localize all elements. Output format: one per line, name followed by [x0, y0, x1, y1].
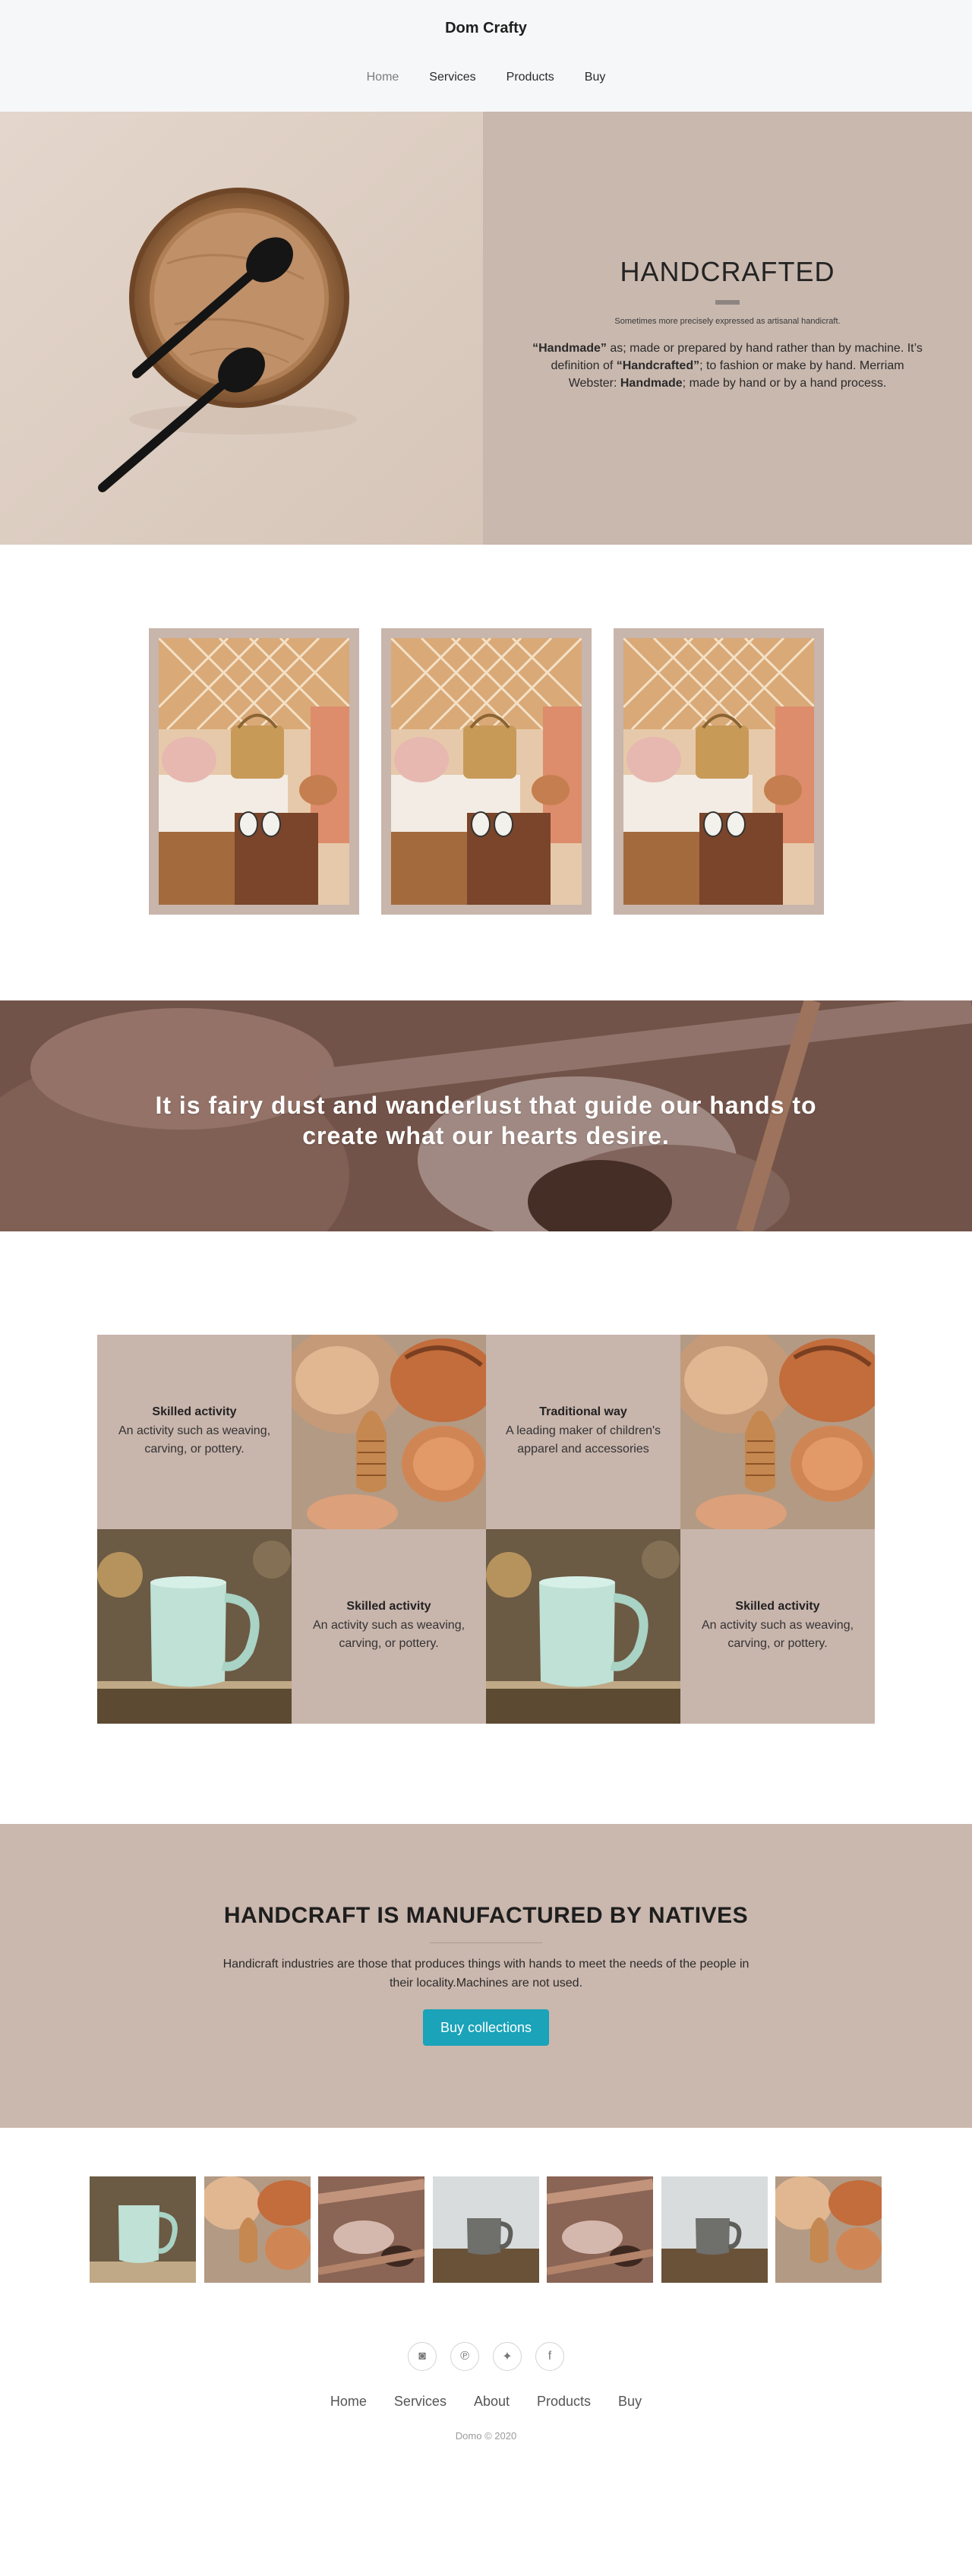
quote-banner: It is fairy dust and wanderlust that gui… [0, 1000, 972, 1231]
cta-title: HANDCRAFT IS MANUFACTURED BY NATIVES [223, 1903, 749, 1928]
thumbnail-mug[interactable] [90, 2176, 196, 2283]
hero-title: HANDCRAFTED [620, 256, 835, 287]
features-section: Skilled activity An activity such as wea… [0, 1231, 972, 1824]
feature-card: Skilled activity An activity such as wea… [680, 1529, 875, 1724]
hero-divider [715, 300, 740, 305]
cta-description: Handicraft industries are those that pro… [222, 1958, 750, 1990]
twitter-icon[interactable]: ✦ [493, 2342, 522, 2371]
gallery-image-3[interactable] [614, 628, 824, 915]
feature-card: Skilled activity An activity such as wea… [97, 1335, 292, 1529]
gallery-image-1[interactable] [149, 628, 359, 915]
nav-products[interactable]: Products [507, 71, 554, 84]
interior-photo [391, 638, 582, 905]
mug-image [97, 1529, 292, 1724]
features-grid: Skilled activity An activity such as wea… [97, 1335, 875, 1724]
brand-logo[interactable]: Dom Crafty [0, 20, 972, 37]
hero-subtitle: Sometimes more precisely expressed as ar… [614, 317, 841, 326]
hero-image [0, 112, 483, 545]
buy-collections-button[interactable]: Buy collections [423, 2009, 549, 2046]
mug-image [486, 1529, 680, 1724]
feature-title: Skilled activity [346, 1600, 431, 1613]
site-header: Dom Crafty Home Services Products Buy [0, 0, 972, 112]
thumbnail-strip [0, 2128, 972, 2333]
footer-nav-about[interactable]: About [474, 2394, 510, 2410]
wicker-basket-photo [292, 1335, 486, 1529]
thumbnail-basket[interactable] [775, 2176, 882, 2283]
basket-image [292, 1335, 486, 1529]
cta-section: HANDCRAFT IS MANUFACTURED BY NATIVES Han… [0, 1824, 972, 2128]
social-links: ◙ ℗ ✦ f [0, 2342, 972, 2371]
feature-desc: An activity such as weaving, carving, or… [312, 1619, 465, 1650]
interior-photo [623, 638, 814, 905]
wooden-plate-spoons-image [0, 112, 483, 545]
site-footer: ◙ ℗ ✦ f Home Services About Products Buy… [0, 2333, 972, 2576]
hero-text: HANDCRAFTED Sometimes more precisely exp… [513, 256, 942, 392]
feature-title: Skilled activity [735, 1600, 820, 1613]
nav-services[interactable]: Services [429, 71, 475, 84]
nav-home[interactable]: Home [367, 71, 399, 84]
feature-title: Traditional way [539, 1405, 627, 1418]
mint-mug-photo [486, 1529, 680, 1724]
feature-title: Skilled activity [152, 1405, 237, 1418]
hero-text-panel: HANDCRAFTED Sometimes more precisely exp… [483, 112, 972, 545]
mint-mug-photo [97, 1529, 292, 1724]
main-nav: Home Services Products Buy [0, 71, 972, 84]
footer-nav-home[interactable]: Home [330, 2394, 367, 2410]
feature-desc: A leading maker of children's apparel an… [505, 1424, 661, 1456]
gallery-image-2[interactable] [381, 628, 592, 915]
thumbnail-grey-mug[interactable] [433, 2176, 539, 2283]
basket-image [680, 1335, 875, 1529]
footer-nav: Home Services About Products Buy [0, 2394, 972, 2410]
feature-card: Traditional way A leading maker of child… [486, 1335, 680, 1529]
feature-card: Skilled activity An activity such as wea… [292, 1529, 486, 1724]
quote-text: It is fairy dust and wanderlust that gui… [155, 1092, 817, 1149]
thumbnail-spoons[interactable] [318, 2176, 424, 2283]
pinterest-icon[interactable]: ℗ [450, 2342, 479, 2371]
facebook-icon[interactable]: f [535, 2342, 564, 2371]
feature-desc: An activity such as weaving, carving, or… [701, 1619, 854, 1650]
hero-description: “Handmade” as; made or prepared by hand … [532, 342, 923, 390]
interior-photo [159, 638, 349, 905]
footer-nav-products[interactable]: Products [537, 2394, 591, 2410]
instagram-icon[interactable]: ◙ [408, 2342, 437, 2371]
feature-desc: An activity such as weaving, carving, or… [118, 1424, 271, 1456]
wicker-basket-photo [680, 1335, 875, 1529]
copyright: Domo © 2020 [455, 2430, 517, 2442]
cta-divider [430, 1942, 542, 1943]
hero-section: HANDCRAFTED Sometimes more precisely exp… [0, 112, 972, 545]
thumbnail-basket[interactable] [204, 2176, 311, 2283]
gallery-section [0, 545, 972, 1000]
nav-buy[interactable]: Buy [585, 71, 606, 84]
footer-nav-buy[interactable]: Buy [618, 2394, 642, 2410]
footer-nav-services[interactable]: Services [394, 2394, 447, 2410]
thumbnail-grey-mug[interactable] [661, 2176, 768, 2283]
thumbnail-spoons[interactable] [547, 2176, 653, 2283]
